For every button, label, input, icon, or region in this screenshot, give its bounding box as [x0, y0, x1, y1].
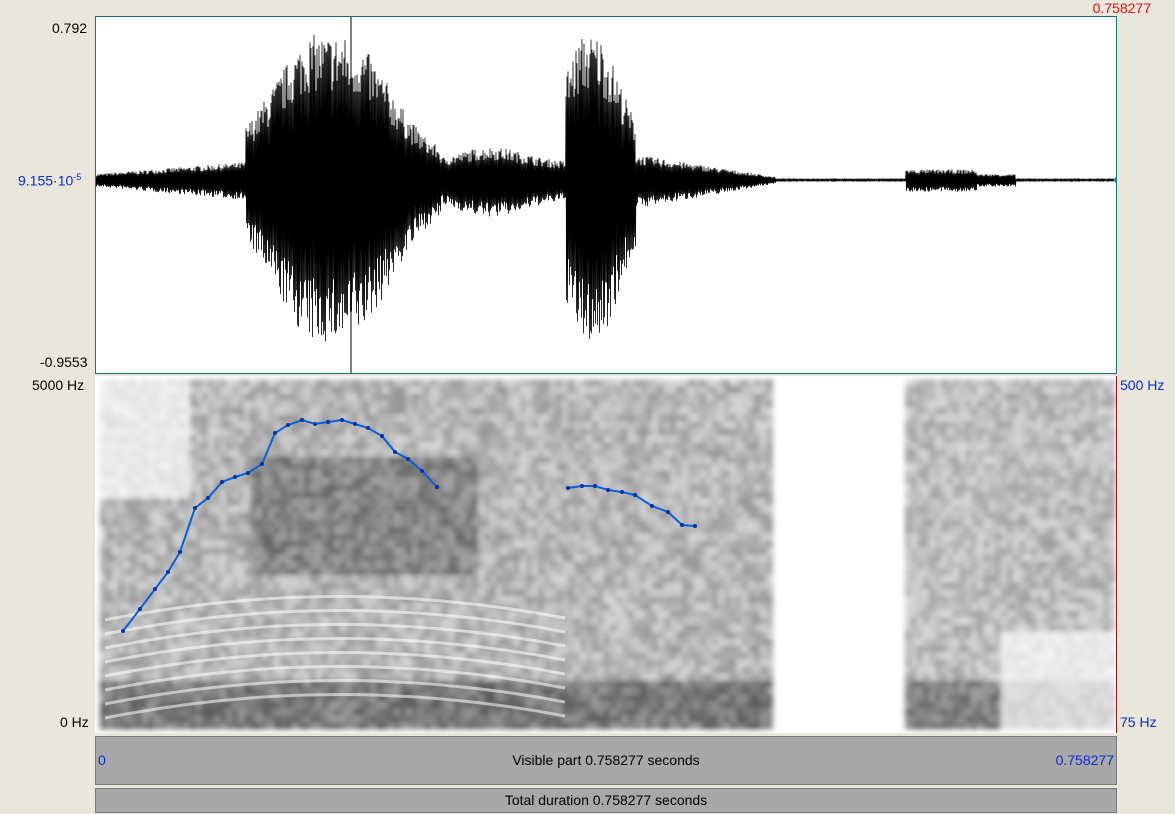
- pitch-point: [393, 450, 397, 454]
- pitch-point: [326, 420, 330, 424]
- pitch-point: [206, 496, 210, 500]
- pitch-point: [340, 418, 344, 422]
- pitch-point: [620, 490, 624, 494]
- pitch-point: [178, 550, 182, 554]
- wave-mid-mantissa: 9.155·10: [18, 172, 74, 189]
- pitch-point: [680, 523, 684, 527]
- pitch-point: [233, 475, 237, 479]
- pitch-point: [273, 431, 277, 435]
- pitch-point: [693, 524, 697, 528]
- pitch-max-label: 500 Hz: [1120, 377, 1165, 393]
- waveform-plot: [96, 17, 1116, 373]
- pitch-point: [166, 570, 170, 574]
- pitch-point: [260, 462, 264, 466]
- pitch-point: [193, 506, 197, 510]
- pitch-point: [606, 488, 610, 492]
- pitch-point: [650, 504, 654, 508]
- spectrogram-panel[interactable]: [95, 376, 1117, 733]
- freq-max-label: 5000 Hz: [32, 377, 85, 393]
- pitch-point: [435, 485, 439, 489]
- pitch-point: [353, 422, 357, 426]
- freq-min-label: 0 Hz: [60, 714, 89, 730]
- pitch-point: [666, 510, 670, 514]
- cursor-marker: [1114, 177, 1116, 183]
- pitch-point: [220, 480, 224, 484]
- pitch-point: [286, 423, 290, 427]
- pitch-point: [138, 607, 142, 611]
- pitch-point: [366, 426, 370, 430]
- spectrogram-plot: [100, 380, 1116, 729]
- pitch-point: [566, 486, 570, 490]
- pitch-point: [313, 422, 317, 426]
- pitch-point: [633, 493, 637, 497]
- pitch-point: [593, 484, 597, 488]
- pitch-point: [380, 434, 384, 438]
- total-duration-label: Total duration 0.758277 seconds: [504, 792, 708, 808]
- pitch-point: [246, 471, 250, 475]
- pitch-point: [580, 484, 584, 488]
- wave-mid-exponent: -5: [73, 172, 82, 182]
- visible-part-bar[interactable]: 0 Visible part 0.758277 seconds 0.758277: [95, 736, 1117, 785]
- total-duration-bar[interactable]: Total duration 0.758277 seconds: [95, 788, 1117, 813]
- pitch-point: [121, 629, 125, 633]
- waveform-trace: [96, 34, 1116, 342]
- wave-max-label: 0.792: [52, 20, 88, 36]
- pitch-point: [153, 587, 157, 591]
- pitch-point: [300, 418, 304, 422]
- wave-min-label: -0.9553: [40, 354, 88, 370]
- visible-part-label: Visible part 0.758277 seconds: [512, 752, 700, 768]
- pitch-point: [406, 457, 410, 461]
- spectrogram-energy: [100, 380, 1116, 729]
- pitch-point: [420, 469, 424, 473]
- pitch-min-label: 75 Hz: [1120, 714, 1157, 730]
- visible-end-time: 0.758277: [1055, 752, 1114, 768]
- wave-mid-label: 9.155·10-5: [18, 172, 81, 189]
- waveform-panel[interactable]: [95, 16, 1117, 374]
- cursor-time-label: 0.758277: [1092, 0, 1151, 16]
